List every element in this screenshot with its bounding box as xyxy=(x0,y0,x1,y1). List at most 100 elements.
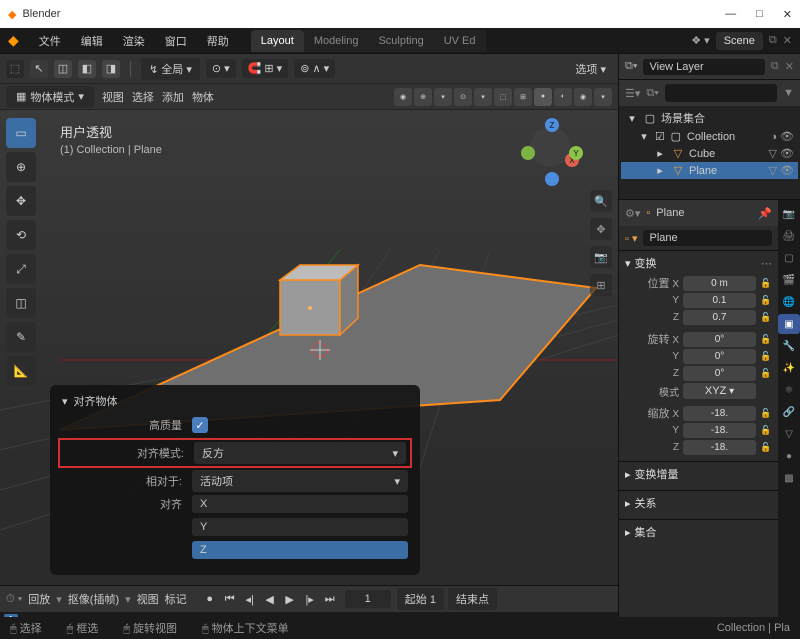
header-view[interactable]: 视图 xyxy=(102,89,124,105)
camera-view-icon[interactable]: 📷 xyxy=(590,246,612,268)
tab-data[interactable]: ▽ xyxy=(778,424,800,444)
object-name-field[interactable]: Plane xyxy=(643,230,772,246)
shading-dropdown[interactable]: ▾ xyxy=(594,88,612,106)
scale-x-field[interactable]: -18. xyxy=(683,406,756,421)
lock-icon[interactable]: 🔓 xyxy=(760,312,772,323)
lock-icon[interactable]: 🔓 xyxy=(760,351,772,362)
shading-render[interactable]: ◉ xyxy=(574,88,592,106)
cursor-tool-icon[interactable]: ↖ xyxy=(30,60,48,78)
proportional-edit[interactable]: ⊚ ∧ ▾ xyxy=(294,59,335,78)
align-mode-dropdown[interactable]: 反方 ▾ xyxy=(194,442,406,464)
start-frame-field[interactable]: 起始 1 xyxy=(397,588,444,610)
relative-to-dropdown[interactable]: 活动项 ▾ xyxy=(192,470,408,492)
gizmo-neg-z[interactable] xyxy=(545,172,559,186)
menu-edit[interactable]: 编辑 xyxy=(73,29,111,53)
tab-particles[interactable]: ✨ xyxy=(778,358,800,378)
jump-next-key-icon[interactable]: |▸ xyxy=(301,590,319,608)
options-dropdown[interactable]: 选项 ▾ xyxy=(569,58,612,80)
play-reverse-icon[interactable]: ◀ xyxy=(261,590,279,608)
end-frame-field[interactable]: 结束点 xyxy=(448,588,497,610)
minimize-button[interactable]: — xyxy=(725,8,736,21)
scale-z-field[interactable]: -18. xyxy=(683,440,756,455)
gizmo-neg-y[interactable] xyxy=(521,146,535,160)
show-selectable-icon[interactable]: ◉ xyxy=(394,88,412,106)
scale-y-field[interactable]: -18. xyxy=(683,423,756,438)
header-add[interactable]: 添加 xyxy=(162,89,184,105)
menu-file[interactable]: 文件 xyxy=(31,29,69,53)
pan-icon[interactable]: ✥ xyxy=(590,218,612,240)
tree-collection[interactable]: ▾☑▢ Collection ◑ 👁 xyxy=(621,128,798,145)
jump-prev-key-icon[interactable]: ◂| xyxy=(241,590,259,608)
collection-vis-icon[interactable]: ◑ 👁 xyxy=(770,130,794,143)
remove-viewlayer-icon[interactable]: ✕ xyxy=(785,60,794,73)
auto-key-icon[interactable]: ● xyxy=(201,590,219,608)
browse-viewlayer-icon[interactable]: ⧉▾ xyxy=(625,60,637,73)
rotation-mode-dropdown[interactable]: XYZ ▾ xyxy=(683,383,756,399)
menu-window[interactable]: 窗口 xyxy=(157,29,195,53)
tool-rotate[interactable]: ⟲ xyxy=(6,220,36,250)
tree-plane[interactable]: ▸▽ Plane ▽ 👁 xyxy=(621,162,798,179)
align-axis-y[interactable]: Y xyxy=(192,518,408,536)
shading-wire[interactable]: ⊞ xyxy=(514,88,532,106)
tool-select-box[interactable]: ▭ xyxy=(6,118,36,148)
tool-measure[interactable]: 📐 xyxy=(6,356,36,386)
align-axis-z[interactable]: Z xyxy=(192,541,408,559)
tl-view[interactable]: 视图 xyxy=(137,591,159,607)
current-frame-field[interactable]: 1 xyxy=(345,590,391,608)
select-circle-icon[interactable]: ◧ xyxy=(78,60,96,78)
timeline-editor-icon[interactable]: ⏱ ▾ xyxy=(6,593,22,606)
snap-toggle[interactable]: 🧲 ⊞ ▾ xyxy=(242,59,289,78)
properties-type-icon[interactable]: ⚙▾ xyxy=(625,207,640,220)
rot-y-field[interactable]: 0° xyxy=(683,349,756,364)
play-icon[interactable]: ▶ xyxy=(281,590,299,608)
nav-gizmo[interactable]: Z X Y xyxy=(523,120,578,175)
tree-cube[interactable]: ▸▽ Cube ▽ 👁 xyxy=(621,145,798,162)
tree-scene-collection[interactable]: ▾▢ 场景集合 xyxy=(621,108,798,128)
lock-icon[interactable]: 🔓 xyxy=(760,295,772,306)
jump-end-icon[interactable]: ⏭ xyxy=(321,590,339,608)
new-viewlayer-icon[interactable]: ⧉ xyxy=(771,60,779,73)
outliner-display-icon[interactable]: ☰▾ xyxy=(625,87,640,100)
xray-toggle[interactable]: ⬚ xyxy=(494,88,512,106)
scene-selector[interactable]: Scene xyxy=(716,32,763,50)
cube-vis-icon[interactable]: ▽ 👁 xyxy=(769,147,794,160)
lock-icon[interactable]: 🔓 xyxy=(760,334,772,345)
loc-z-field[interactable]: 0.7 xyxy=(683,310,756,325)
gizmo-z-axis[interactable]: Z xyxy=(545,118,559,132)
select-lasso-icon[interactable]: ◨ xyxy=(102,60,120,78)
tool-scale[interactable]: ⤢ xyxy=(6,254,36,284)
plane-vis-icon[interactable]: ▽ 👁 xyxy=(769,164,794,177)
operator-panel-header[interactable]: ▾ 对齐物体 xyxy=(62,393,408,409)
orientation-dropdown[interactable]: ↯ 全局 ▾ xyxy=(141,58,200,80)
tool-annotate[interactable]: ✎ xyxy=(6,322,36,352)
pin-icon[interactable]: 📌 xyxy=(758,207,772,220)
remove-scene-icon[interactable]: ✕ xyxy=(783,34,792,47)
workspace-tab-layout[interactable]: Layout xyxy=(251,30,304,52)
lock-icon[interactable]: 🔓 xyxy=(760,368,772,379)
header-select[interactable]: 选择 xyxy=(132,89,154,105)
tab-viewlayer[interactable]: ▢ xyxy=(778,248,800,268)
viewport-3d[interactable]: ▭ ⊕ ✥ ⟲ ⤢ ◫ ✎ 📐 用户透视 (1) Collection | Pl… xyxy=(0,110,618,585)
align-axis-x[interactable]: X xyxy=(192,495,408,513)
pivot-dropdown[interactable]: ⊙ ▾ xyxy=(206,59,236,78)
tab-physics[interactable]: ⚛ xyxy=(778,380,800,400)
tab-scene[interactable]: 🎬 xyxy=(778,270,800,290)
show-gizmo-icon[interactable]: ⊕ xyxy=(414,88,432,106)
rot-x-field[interactable]: 0° xyxy=(683,332,756,347)
maximize-button[interactable]: □ xyxy=(756,8,763,21)
copy-scene-icon[interactable]: ⧉ xyxy=(769,34,777,47)
browse-scene-icon[interactable]: ❖ ▾ xyxy=(691,34,709,47)
header-object[interactable]: 物体 xyxy=(192,89,214,105)
close-button[interactable]: ✕ xyxy=(783,8,792,21)
overlays-dd2[interactable]: ▾ xyxy=(474,88,492,106)
menu-help[interactable]: 帮助 xyxy=(199,29,237,53)
tab-modifiers[interactable]: 🔧 xyxy=(778,336,800,356)
workspace-tab-modeling[interactable]: Modeling xyxy=(304,30,369,52)
tab-render[interactable]: 📷 xyxy=(778,204,800,224)
tab-world[interactable]: 🌐 xyxy=(778,292,800,312)
rot-z-field[interactable]: 0° xyxy=(683,366,756,381)
workspace-tab-sculpting[interactable]: Sculpting xyxy=(368,30,433,52)
jump-start-icon[interactable]: ⏮ xyxy=(221,590,239,608)
tool-cursor[interactable]: ⊕ xyxy=(6,152,36,182)
editor-type-icon[interactable]: ⬚ xyxy=(6,60,24,78)
